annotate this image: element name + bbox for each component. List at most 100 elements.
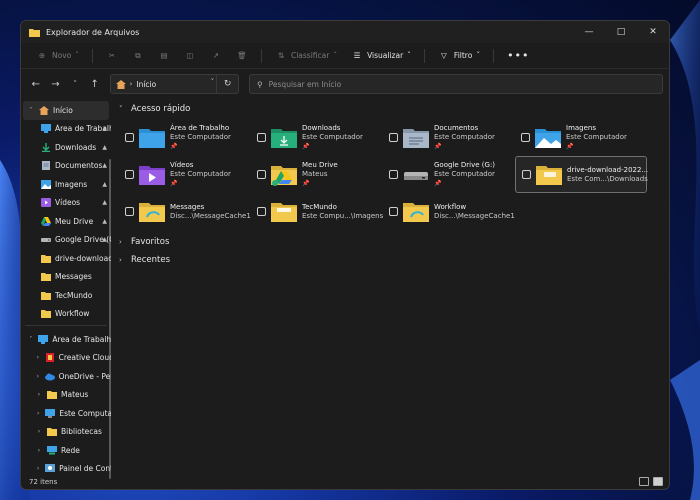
rename-button[interactable]: ◫ [179, 46, 201, 66]
sidebar-item-drive-download[interactable]: drive-download-2022 [21, 249, 111, 268]
tile-google-drive[interactable]: Google Drive (G:) Este Computador 📌 [383, 156, 515, 193]
sidebar-item-images[interactable]: Imagens ▲ [21, 175, 111, 194]
tile-videos[interactable]: Vídeos Este Computador 📌 [119, 156, 251, 193]
sidebar-item-network[interactable]: › Rede [21, 441, 111, 460]
section-recents[interactable]: › Recentes [117, 252, 669, 268]
section-quick-access[interactable]: ˅ Acesso rápido [117, 101, 669, 117]
tile-drive-download[interactable]: drive-download-2022... Este Com...\Downlo… [515, 156, 648, 193]
tile-desktop[interactable]: Área de Trabalho Este Computador 📌 [119, 119, 251, 156]
chevron-right-icon[interactable]: › [35, 447, 43, 454]
folder-icon [41, 291, 51, 300]
download-icon [42, 142, 50, 152]
forward-button[interactable]: → [47, 75, 65, 93]
chevron-right-icon[interactable]: › [35, 428, 43, 435]
sidebar-item-workflow[interactable]: Workflow [21, 305, 111, 324]
minimize-button[interactable]: — [573, 21, 605, 43]
sort-button[interactable]: ⇅ Classificar ˇ [270, 46, 342, 66]
chevron-down-icon: ˅ [73, 80, 77, 88]
sidebar-item-documents[interactable]: Documentos ▲ [21, 157, 111, 176]
sidebar-item-videos[interactable]: Vídeos ▲ [21, 194, 111, 213]
pin-icon: ▲ [102, 162, 107, 170]
images-folder-icon [535, 128, 561, 148]
tile-workflow[interactable]: Workflow Disc...\MessageCache1 [383, 193, 515, 230]
chevron-down-icon[interactable]: ˅ [211, 78, 215, 86]
filter-button[interactable]: ▽ Filtro ˇ [433, 46, 485, 66]
sidebar-item-desktop[interactable]: Área de Trabalho ▲ [21, 120, 111, 139]
address-bar[interactable]: › Início ˅ ↻ [109, 74, 240, 94]
select-checkbox[interactable] [522, 170, 531, 179]
sidebar-item-onedrive[interactable]: › OneDrive - Personal [21, 367, 111, 386]
chevron-right-icon[interactable]: › [35, 391, 43, 398]
sidebar-item-downloads[interactable]: Downloads ▲ [21, 138, 111, 157]
sidebar-item-libraries[interactable]: › Bibliotecas [21, 423, 111, 442]
desktop-icon [38, 334, 49, 344]
delete-button[interactable]: 🗑 [231, 46, 253, 66]
select-checkbox[interactable] [125, 170, 134, 179]
select-checkbox[interactable] [389, 207, 398, 216]
pin-icon: 📌 [170, 143, 178, 150]
tile-downloads[interactable]: Downloads Este Computador 📌 [251, 119, 383, 156]
pin-icon: ▲ [102, 180, 107, 188]
chevron-right-icon[interactable]: › [35, 354, 41, 361]
section-favorites[interactable]: › Favoritos [117, 234, 669, 250]
chevron-right-icon[interactable]: › [35, 465, 41, 472]
navigation-bar: ← → ˅ ↑ › Início ˅ ↻ ⚲ Pesquisar em Iníc… [21, 69, 669, 99]
select-checkbox[interactable] [257, 170, 266, 179]
sidebar-item-tecmundo[interactable]: TecMundo [21, 286, 111, 305]
recent-locations-button[interactable]: ˅ [66, 75, 84, 93]
chevron-right-icon[interactable]: › [35, 410, 41, 417]
tile-messages[interactable]: Messages Disc...\MessageCache1 [119, 193, 251, 230]
sidebar-item-google-drive[interactable]: Google Drive (G:) ▲ [21, 231, 111, 250]
search-box[interactable]: ⚲ Pesquisar em Início [249, 74, 664, 94]
share-button[interactable]: ↗ [205, 46, 227, 66]
select-checkbox[interactable] [125, 133, 134, 142]
cloud-icon [44, 373, 55, 381]
window-title: Explorador de Arquivos [46, 27, 140, 37]
chevron-down-icon[interactable]: ˅ [27, 336, 34, 343]
select-checkbox[interactable] [257, 207, 266, 216]
select-checkbox[interactable] [521, 133, 530, 142]
sidebar-item-my-drive[interactable]: Meu Drive ▲ [21, 212, 111, 231]
search-input[interactable]: Pesquisar em Início [269, 80, 342, 89]
back-button[interactable]: ← [27, 75, 45, 93]
select-checkbox[interactable] [125, 207, 134, 216]
sidebar-item-desktop-tree[interactable]: ˅ Área de Trabalho [21, 330, 111, 349]
chevron-down-icon[interactable]: ˅ [27, 107, 35, 114]
sidebar-item-messages[interactable]: Messages [21, 268, 111, 287]
select-checkbox[interactable] [389, 133, 398, 142]
sidebar-item-this-pc[interactable]: › Este Computador [21, 404, 111, 423]
tile-documents[interactable]: Documentos Este Computador 📌 [383, 119, 515, 156]
more-options-button[interactable]: ••• [502, 46, 534, 66]
computer-icon [45, 408, 56, 418]
select-checkbox[interactable] [389, 170, 398, 179]
plus-circle-icon: ⊕ [38, 51, 46, 60]
chevron-right-icon[interactable]: › [35, 373, 41, 380]
downloads-folder-icon [271, 128, 297, 148]
paste-button[interactable]: ▤ [153, 46, 175, 66]
view-button[interactable]: ☰ Visualizar ˇ [346, 46, 416, 66]
pin-icon: ▲ [102, 236, 107, 244]
pin-icon: 📌 [434, 180, 442, 187]
cut-button[interactable]: ✂ [101, 46, 123, 66]
tile-tecmundo[interactable]: TecMundo Este Compu...\Imagens [251, 193, 383, 230]
new-button[interactable]: ⊕ Novo ˇ [31, 46, 84, 66]
details-view-button[interactable] [639, 477, 649, 486]
select-checkbox[interactable] [257, 133, 266, 142]
chevron-down-icon: ˇ [75, 51, 79, 60]
sidebar-item-mateus[interactable]: › Mateus [21, 386, 111, 405]
tiles-view-button[interactable] [653, 477, 663, 486]
up-button[interactable]: ↑ [86, 75, 104, 93]
sidebar-item-home[interactable]: ˅ Início [23, 101, 109, 120]
maximize-button[interactable]: □ [605, 21, 637, 43]
copy-button[interactable]: ⧉ [127, 46, 149, 66]
view-list-icon: ☰ [353, 51, 361, 60]
chevron-down-icon: ˇ [333, 51, 338, 60]
navigation-pane: ˅ Início Área de Trabalho ▲ Downloads ▲ … [21, 99, 111, 479]
breadcrumb-home[interactable]: Início [136, 80, 156, 89]
refresh-button[interactable]: ↻ [216, 75, 238, 93]
tile-images[interactable]: Imagens Este Computador 📌 [515, 119, 647, 156]
tile-my-drive[interactable]: Meu Drive Mateus 📌 [251, 156, 383, 193]
close-button[interactable]: ✕ [637, 21, 669, 43]
network-icon [47, 445, 57, 455]
sidebar-item-creative-cloud[interactable]: › Creative Cloud Files [21, 349, 111, 368]
